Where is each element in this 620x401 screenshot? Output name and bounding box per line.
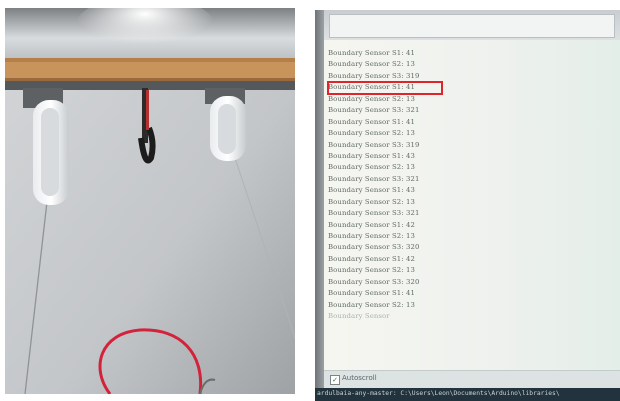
serial-output-line: Boundary Sensor S2: 13: [328, 94, 415, 103]
right-wheel: [205, 88, 246, 161]
serial-output-line: Boundary Sensor S2: 13: [328, 129, 415, 138]
serial-output-line: Boundary Sensor S1: 41: [328, 289, 415, 298]
serial-output-line: Boundary Sensor S2: 13: [328, 60, 415, 69]
autoscroll-label: Autoscroll: [342, 374, 377, 382]
serial-output-line: Boundary Sensor S3: 320: [328, 243, 420, 252]
serial-output-area[interactable]: Boundary Sensor S1: 41 Boundary Sensor S2…: [324, 40, 620, 370]
photo-illustration: [5, 8, 295, 394]
serial-output-line: Boundary Sensor S2: 13: [328, 300, 415, 309]
highlight-box: [327, 81, 443, 95]
status-bar-text: ardulbaia-any-master: C:\Users\Leon\Docu…: [317, 390, 560, 397]
serial-output-line: Boundary Sensor S3: 320: [328, 277, 420, 286]
serial-output-line: Boundary Sensor S2: 13: [328, 266, 415, 275]
serial-output-line: Boundary Sensor S3: 321: [328, 106, 420, 115]
serial-output-line: Boundary Sensor S3: 319: [328, 140, 420, 149]
serial-output-line: Boundary Sensor S1: 43: [328, 186, 415, 195]
serial-send-input[interactable]: [329, 14, 615, 38]
serial-output-line: Boundary Sensor S3: 321: [328, 209, 420, 218]
serial-monitor-photo: Boundary Sensor S1: 41 Boundary Sensor S2…: [315, 10, 620, 401]
serial-output-line: Boundary Sensor S1: 42: [328, 220, 415, 229]
serial-output-line: Boundary Sensor S1: 41: [328, 117, 415, 126]
serial-monitor-toolbar: [315, 10, 620, 43]
serial-output-line: Boundary Sensor S2: 13: [328, 232, 415, 240]
serial-monitor-footer: ✓ Autoscroll: [324, 370, 620, 389]
robot-underside-photo: [5, 8, 295, 394]
serial-output-line: Boundary Sensor S1: 41: [328, 49, 415, 57]
serial-output-line: Boundary Sensor S1: 42: [328, 254, 415, 263]
serial-output-line: Boundary Sensor S2: 13: [328, 163, 415, 172]
autoscroll-checkbox[interactable]: ✓: [330, 375, 340, 385]
serial-output-line: Boundary Sensor S1: 43: [328, 151, 415, 160]
status-bar: ardulbaia-any-master: C:\Users\Leon\Docu…: [315, 388, 620, 401]
serial-output-line: Boundary Sensor S2: 13: [328, 197, 415, 206]
serial-output-line: Boundary Sensor: [328, 312, 390, 321]
monitor-frame-edge: [315, 10, 324, 401]
serial-output-line: Boundary Sensor S3: 321: [328, 174, 420, 183]
